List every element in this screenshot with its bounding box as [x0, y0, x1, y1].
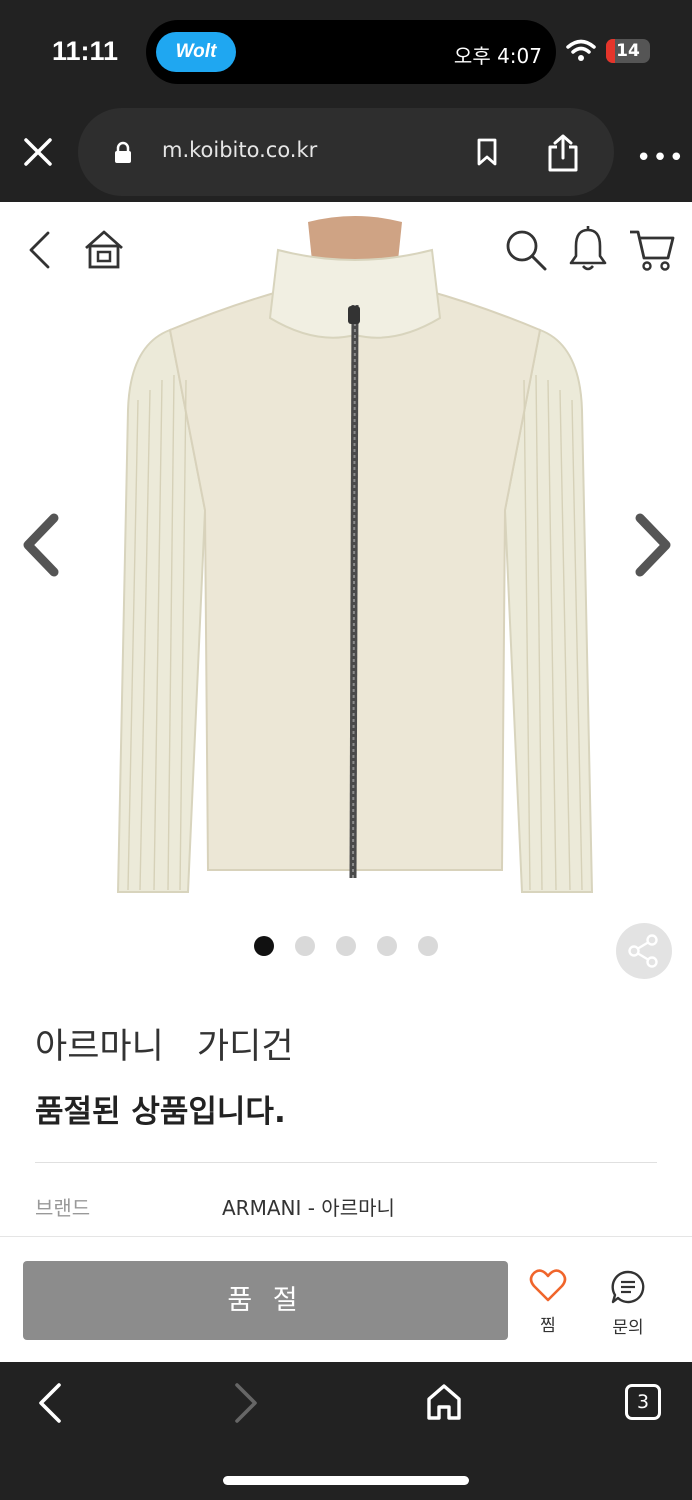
tabs-button[interactable]: 3: [625, 1384, 661, 1420]
wifi-icon: [566, 39, 596, 61]
address-field[interactable]: m.koibito.co.kr: [78, 108, 614, 196]
status-bar: 11:11 Wolt 오후 4:07 14: [0, 0, 692, 100]
cart-icon[interactable]: [628, 228, 676, 272]
url-text: m.koibito.co.kr: [162, 138, 318, 162]
wishlist-label: 찜: [540, 1316, 556, 1336]
wishlist-button[interactable]: 찜: [526, 1269, 570, 1336]
heart-icon: [529, 1269, 567, 1302]
gallery-next-arrow[interactable]: [632, 512, 676, 578]
home-indicator[interactable]: [223, 1476, 469, 1485]
browser-toolbar: 3: [0, 1362, 692, 1500]
home-icon[interactable]: [82, 228, 126, 270]
product-share-button[interactable]: [616, 923, 672, 979]
soldout-message: 품절된 상품입니다.: [35, 1094, 286, 1130]
lock-icon: [115, 141, 131, 163]
inquiry-label: 문의: [612, 1318, 644, 1338]
product-image[interactable]: [110, 210, 600, 900]
divider: [35, 1162, 657, 1163]
brand-label: 브랜드: [35, 1196, 91, 1220]
browser-back-icon[interactable]: [36, 1382, 64, 1424]
share-icon[interactable]: [546, 133, 580, 173]
browser-home-icon[interactable]: [424, 1382, 464, 1422]
dynamic-island[interactable]: Wolt 오후 4:07: [146, 20, 556, 84]
wolt-badge: Wolt: [156, 32, 236, 72]
close-icon[interactable]: [20, 134, 56, 170]
search-icon[interactable]: [504, 228, 548, 272]
gallery-prev-arrow[interactable]: [18, 512, 62, 578]
live-activity-time: 오후 4:07: [453, 44, 542, 68]
purchase-action-bar: 품 절 찜 문의: [0, 1236, 692, 1362]
pagination-dot[interactable]: [254, 936, 274, 956]
battery-icon: 14: [606, 39, 650, 63]
back-icon[interactable]: [26, 230, 52, 270]
chat-icon: [611, 1270, 645, 1304]
pagination-dot[interactable]: [336, 936, 356, 956]
browser-url-bar: m.koibito.co.kr •••: [0, 100, 692, 202]
soldout-button[interactable]: 품 절: [23, 1261, 508, 1340]
bookmark-icon[interactable]: [476, 138, 498, 166]
brand-value[interactable]: ARMANI - 아르마니: [222, 1192, 395, 1221]
product-name: 아르마니 가디건: [35, 1027, 294, 1067]
gallery-pagination: [254, 936, 438, 956]
status-time: 11:11: [52, 36, 119, 66]
pagination-dot[interactable]: [295, 936, 315, 956]
battery-level: 14: [616, 41, 640, 61]
inquiry-button[interactable]: 문의: [606, 1269, 650, 1338]
more-icon[interactable]: •••: [636, 143, 685, 173]
share-nodes-icon: [628, 934, 658, 968]
browser-forward-icon[interactable]: [232, 1382, 260, 1424]
pagination-dot[interactable]: [377, 936, 397, 956]
page: 11:11 Wolt 오후 4:07 14 m.koibito.co.kr ••…: [0, 0, 692, 1500]
bell-icon[interactable]: [568, 226, 608, 272]
pagination-dot[interactable]: [418, 936, 438, 956]
site-header: [0, 202, 692, 298]
